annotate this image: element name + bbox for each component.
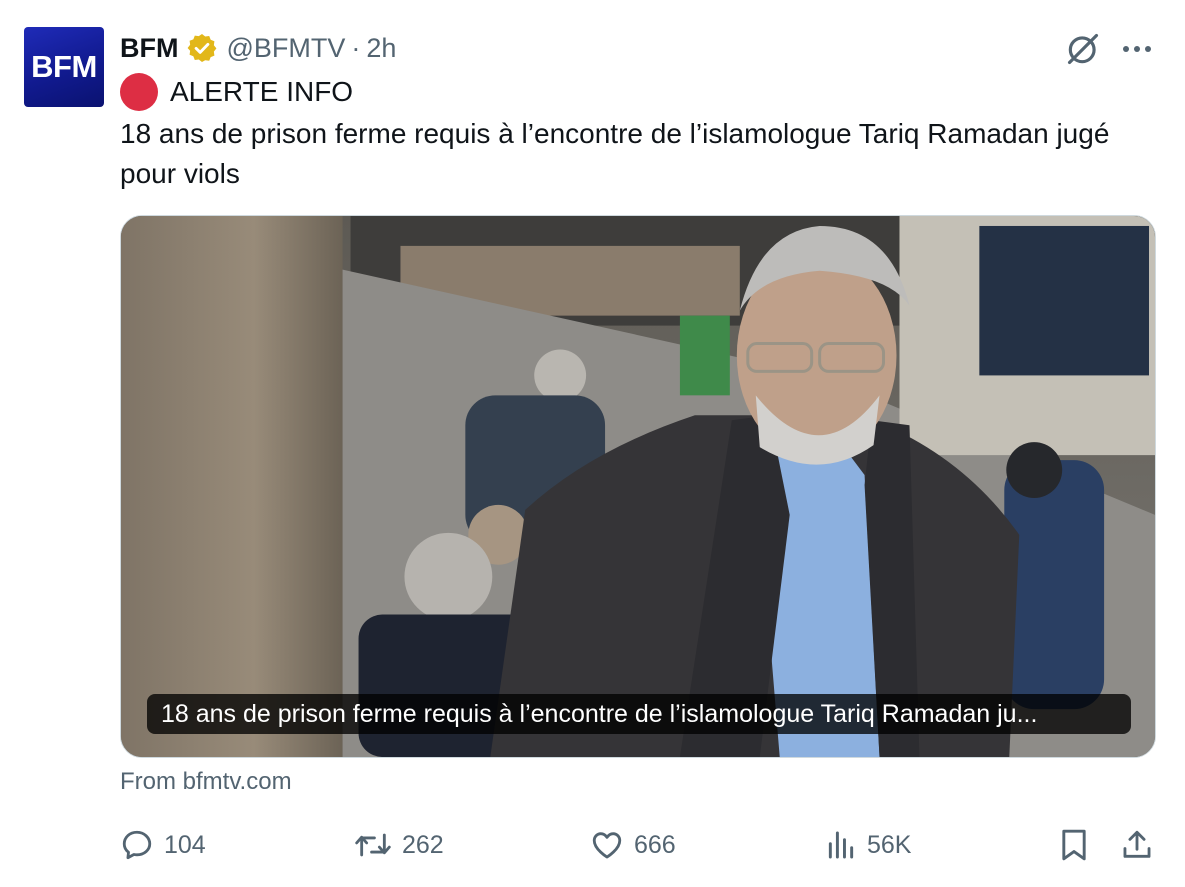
timestamp[interactable]: 2h — [366, 33, 396, 64]
handle[interactable]: @BFMTV — [226, 33, 345, 64]
avatar[interactable]: BFM — [24, 27, 104, 107]
card-source[interactable]: From bfmtv.com — [120, 768, 292, 796]
views-count: 56K — [867, 830, 912, 859]
reply-button[interactable]: 104 — [120, 824, 206, 866]
more-icon — [1123, 46, 1151, 52]
alert-label: ALERTE INFO — [170, 76, 354, 107]
avatar-logo-text: BFM — [31, 49, 97, 84]
views-icon — [828, 831, 854, 859]
bookmark-button[interactable] — [1058, 824, 1090, 866]
reply-count: 104 — [164, 830, 206, 859]
grok-button[interactable] — [1062, 28, 1104, 70]
alert-line: ALERTE INFO — [120, 73, 354, 111]
link-card[interactable]: 18 ans de prison ferme requis à l’encont… — [120, 215, 1156, 758]
repost-button[interactable]: 262 — [354, 824, 444, 866]
display-name[interactable]: BFM — [120, 33, 178, 64]
tweet-text: 18 ans de prison ferme requis à l’encont… — [120, 118, 1110, 189]
like-icon — [592, 832, 622, 859]
like-button[interactable]: 666 — [590, 824, 676, 866]
more-options-button[interactable] — [1116, 28, 1158, 70]
action-bar: 104 262 666 56K — [120, 824, 1160, 866]
card-caption: 18 ans de prison ferme requis à l’encont… — [147, 694, 1131, 734]
views-button[interactable]: 56K — [825, 824, 911, 866]
reply-icon — [122, 830, 152, 860]
separator-dot: · — [351, 32, 361, 63]
share-icon — [1123, 830, 1151, 858]
tweet[interactable]: BFM BFM @BFMTV · 2h ALERTE INFO 18 ans d… — [0, 0, 1185, 887]
share-button[interactable] — [1120, 824, 1154, 866]
verified-badge-icon[interactable] — [186, 32, 218, 64]
bookmark-icon — [1062, 829, 1086, 861]
repost-count: 262 — [402, 830, 444, 859]
red-circle-icon — [120, 73, 158, 111]
news-photo — [121, 216, 1155, 757]
like-count: 666 — [634, 830, 676, 859]
tweet-header: BFM @BFMTV · 2h — [120, 28, 396, 68]
repost-icon — [355, 833, 391, 857]
grok-icon — [1067, 33, 1099, 65]
